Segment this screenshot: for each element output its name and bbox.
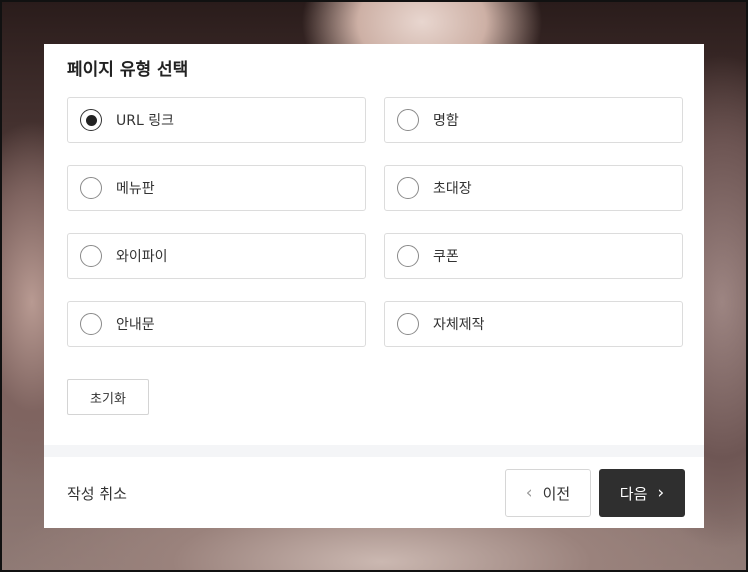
option-menu[interactable]: 메뉴판 bbox=[67, 165, 366, 211]
option-label: 메뉴판 bbox=[116, 181, 155, 197]
radio-wifi[interactable] bbox=[80, 245, 102, 267]
option-label: URL 링크 bbox=[116, 113, 174, 129]
radio-notice[interactable] bbox=[80, 313, 102, 335]
radio-custom[interactable] bbox=[397, 313, 419, 335]
option-notice[interactable]: 안내문 bbox=[67, 301, 366, 347]
footer-divider bbox=[44, 445, 704, 457]
radio-business-card[interactable] bbox=[397, 109, 419, 131]
next-button-label: 다음 bbox=[619, 484, 648, 503]
page-type-modal: 페이지 유형 선택 URL 링크 명함 메뉴판 초대장 와이파이 쿠폰 안내문 … bbox=[44, 44, 704, 528]
option-label: 와이파이 bbox=[116, 249, 168, 265]
option-label: 쿠폰 bbox=[433, 249, 459, 265]
modal-title: 페이지 유형 선택 bbox=[67, 60, 189, 80]
chevron-right-icon: › bbox=[657, 483, 665, 503]
option-label: 초대장 bbox=[433, 181, 472, 197]
option-label: 자체제작 bbox=[433, 317, 485, 333]
option-wifi[interactable]: 와이파이 bbox=[67, 233, 366, 279]
radio-url-link[interactable] bbox=[80, 109, 102, 131]
radio-invitation[interactable] bbox=[397, 177, 419, 199]
option-url-link[interactable]: URL 링크 bbox=[67, 97, 366, 143]
option-invitation[interactable]: 초대장 bbox=[384, 165, 683, 211]
next-button[interactable]: 다음 › bbox=[599, 469, 685, 517]
option-label: 안내문 bbox=[116, 317, 155, 333]
cancel-link[interactable]: 작성 취소 bbox=[67, 483, 127, 504]
prev-button[interactable]: ‹ 이전 bbox=[505, 469, 591, 517]
chevron-left-icon: ‹ bbox=[525, 483, 533, 503]
radio-menu[interactable] bbox=[80, 177, 102, 199]
prev-button-label: 이전 bbox=[542, 484, 571, 503]
option-business-card[interactable]: 명함 bbox=[384, 97, 683, 143]
option-custom[interactable]: 자체제작 bbox=[384, 301, 683, 347]
radio-coupon[interactable] bbox=[397, 245, 419, 267]
option-coupon[interactable]: 쿠폰 bbox=[384, 233, 683, 279]
reset-button[interactable]: 초기화 bbox=[67, 379, 149, 415]
option-label: 명함 bbox=[433, 113, 459, 129]
